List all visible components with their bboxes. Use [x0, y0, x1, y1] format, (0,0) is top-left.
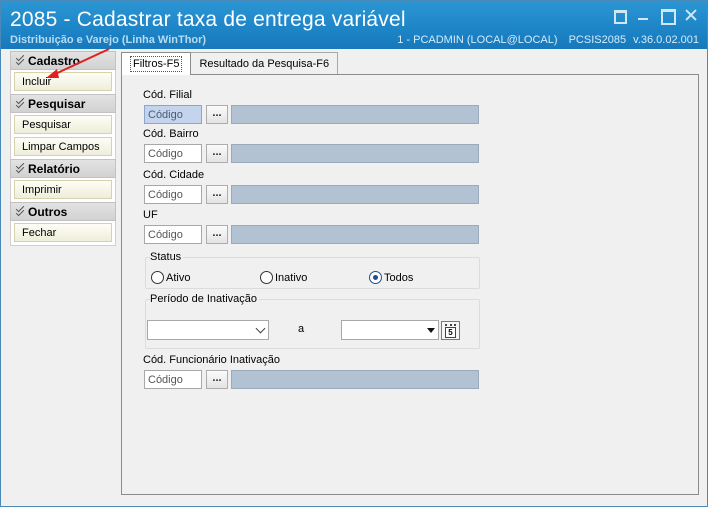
- bairro-description-field: [231, 144, 479, 163]
- uf-lookup-button[interactable]: ...: [206, 225, 228, 244]
- uf-description-field: [231, 225, 479, 244]
- group-header-pesquisar[interactable]: Pesquisar: [10, 94, 116, 113]
- chevron-up-icon: [16, 208, 24, 216]
- group-body: Imprimir: [10, 178, 116, 202]
- window-title: 2085 - Cadastrar taxa de entrega variáve…: [10, 8, 406, 31]
- filters-panel: Cód. Filial Código ... Cód. Bairro Códig…: [121, 74, 699, 495]
- periodo-end-date[interactable]: [341, 320, 439, 340]
- cidade-lookup-button[interactable]: ...: [206, 185, 228, 204]
- status-inativo-radio[interactable]: Inativo: [260, 271, 307, 284]
- group-body: Fechar: [10, 221, 116, 246]
- group-relatorio: Relatório Imprimir: [10, 159, 116, 202]
- imprimir-button[interactable]: Imprimir: [14, 180, 112, 199]
- filial-code-input[interactable]: Código: [144, 105, 202, 124]
- group-header-outros[interactable]: Outros: [10, 202, 116, 221]
- chevron-up-icon: [16, 57, 24, 65]
- cidade-label: Cód. Cidade: [143, 169, 205, 181]
- funcionario-description-field: [231, 370, 479, 389]
- group-title: Relatório: [28, 161, 81, 176]
- group-title: Outros: [28, 204, 68, 219]
- group-body: Pesquisar Limpar Campos: [10, 113, 116, 159]
- minimize-icon[interactable]: [637, 9, 649, 21]
- funcionario-lookup-button[interactable]: ...: [206, 370, 228, 389]
- radio-button[interactable]: [151, 271, 164, 284]
- cidade-code-input[interactable]: Código: [144, 185, 202, 204]
- radio-label: Todos: [384, 271, 414, 284]
- filial-lookup-button[interactable]: ...: [206, 105, 228, 124]
- tab-label: Filtros-F5: [130, 56, 183, 72]
- status-todos-radio[interactable]: Todos: [369, 271, 413, 284]
- group-outros: Outros Fechar: [10, 202, 116, 246]
- chevron-up-icon: [16, 100, 24, 108]
- group-header-relatorio[interactable]: Relatório: [10, 159, 116, 178]
- uf-label: UF: [143, 209, 158, 221]
- group-title: Cadastro: [28, 53, 81, 68]
- restore-icon[interactable]: [613, 9, 627, 24]
- incluir-button[interactable]: Incluir: [14, 72, 112, 91]
- calendar-icon[interactable]: 5: [441, 321, 460, 340]
- title-bar: 2085 - Cadastrar taxa de entrega variáve…: [1, 1, 707, 49]
- group-pesquisar: Pesquisar Pesquisar Limpar Campos: [10, 94, 116, 159]
- periodo-legend: Período de Inativação: [150, 293, 260, 305]
- funcionario-code-input[interactable]: Código: [144, 370, 202, 389]
- bairro-label: Cód. Bairro: [143, 128, 199, 140]
- status-group: [145, 257, 480, 289]
- group-body: Incluir: [10, 70, 116, 94]
- cidade-description-field: [231, 185, 479, 204]
- radio-label: Ativo: [166, 271, 191, 284]
- app-window: 2085 - Cadastrar taxa de entrega variáve…: [0, 0, 708, 507]
- periodo-separator: a: [298, 323, 305, 335]
- tab-resultado[interactable]: Resultado da Pesquisa-F6: [190, 52, 339, 74]
- filial-description-field: [231, 105, 479, 124]
- status-legend: Status: [150, 251, 184, 263]
- radio-button-selected[interactable]: [369, 271, 382, 284]
- dropdown-arrow-icon[interactable]: [424, 321, 438, 339]
- group-title: Pesquisar: [28, 96, 86, 111]
- tab-filtros[interactable]: Filtros-F5: [121, 52, 192, 75]
- status-ativo-radio[interactable]: Ativo: [151, 271, 190, 284]
- periodo-start-date[interactable]: [147, 320, 269, 340]
- funcionario-label: Cód. Funcionário Inativação: [143, 354, 280, 366]
- chevron-up-icon: [16, 165, 24, 173]
- radio-label: Inativo: [275, 271, 308, 284]
- session-info: 1 - PCADMIN (LOCAL@LOCAL) PCSIS2085 v.36…: [389, 34, 699, 46]
- fechar-button[interactable]: Fechar: [14, 223, 112, 242]
- bairro-code-input[interactable]: Código: [144, 144, 202, 163]
- session-user: 1 - PCADMIN (LOCAL@LOCAL): [397, 34, 558, 46]
- pesquisar-button[interactable]: Pesquisar: [14, 115, 112, 134]
- program-version: v.36.0.02.001: [633, 34, 699, 46]
- window-controls: [613, 9, 697, 25]
- bairro-lookup-button[interactable]: ...: [206, 144, 228, 163]
- action-sidebar: Cadastro Incluir Pesquisar Pesquisar Lim…: [10, 51, 116, 246]
- tab-label: Resultado da Pesquisa-F6: [199, 57, 330, 70]
- radio-button[interactable]: [260, 271, 273, 284]
- program-code: PCSIS2085: [568, 34, 627, 46]
- filial-label: Cód. Filial: [143, 89, 192, 101]
- group-cadastro: Cadastro Incluir: [10, 51, 116, 94]
- maximize-icon[interactable]: [661, 9, 676, 25]
- limpar-campos-button[interactable]: Limpar Campos: [14, 137, 112, 156]
- tab-strip: Filtros-F5 Resultado da Pesquisa-F6: [121, 52, 339, 75]
- chevron-down-icon[interactable]: [255, 323, 266, 334]
- uf-code-input[interactable]: Código: [144, 225, 202, 244]
- close-icon[interactable]: [685, 9, 697, 21]
- calendar-day: 5: [445, 327, 456, 338]
- group-header-cadastro[interactable]: Cadastro: [10, 51, 116, 70]
- window-subtitle: Distribuição e Varejo (Linha WinThor): [10, 34, 207, 46]
